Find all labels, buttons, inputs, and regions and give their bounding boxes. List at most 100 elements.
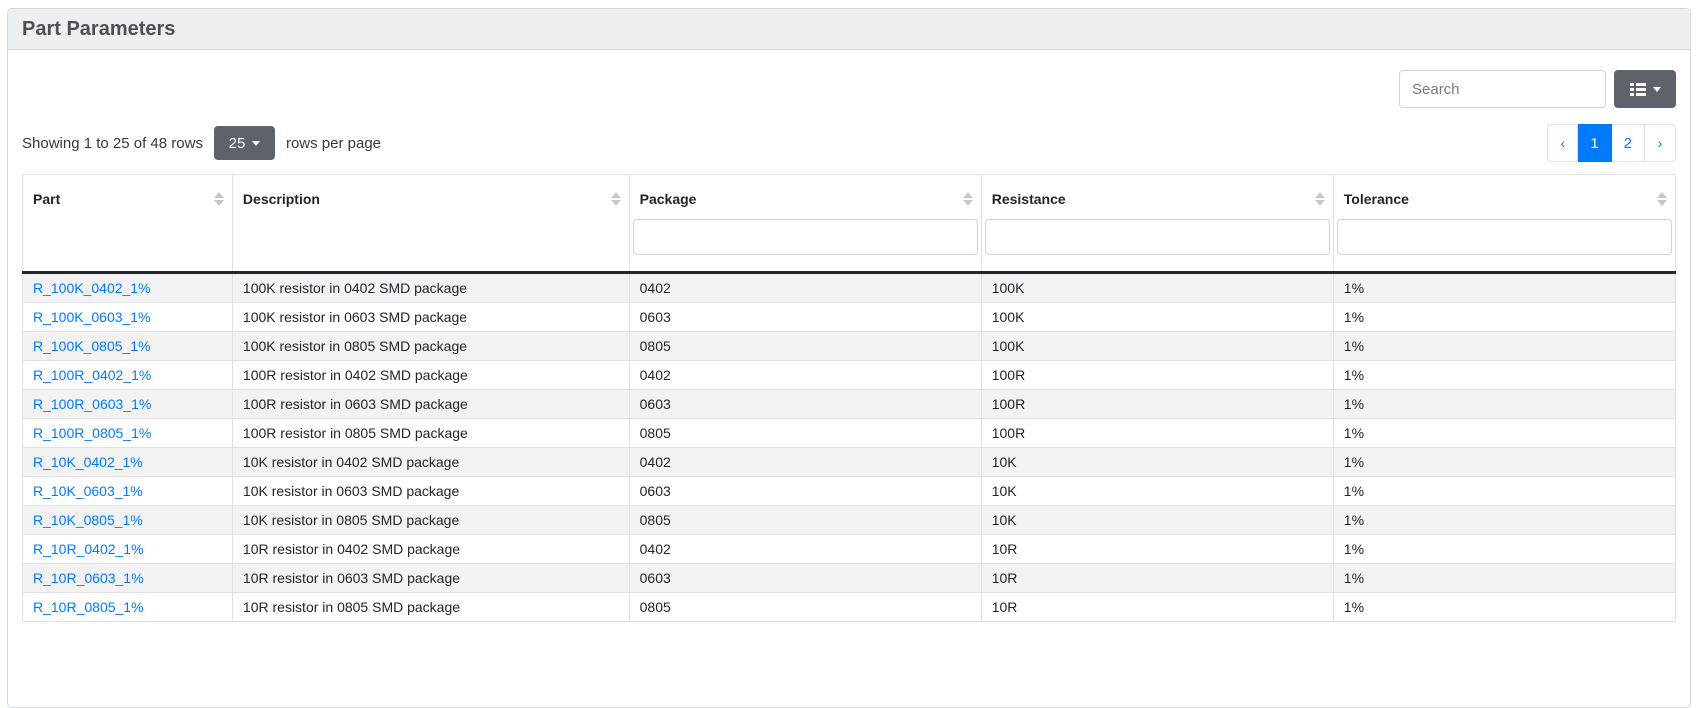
column-label: Description [243, 191, 320, 207]
pagination: ‹ 1 2 › [1547, 124, 1676, 162]
resistance-filter-input[interactable] [985, 219, 1330, 255]
package-cell: 0805 [629, 506, 981, 535]
description-cell: 100R resistor in 0603 SMD package [232, 390, 629, 419]
column-header-tolerance[interactable]: Tolerance [1333, 175, 1675, 273]
table-row: R_10K_0603_1% 10K resistor in 0603 SMD p… [23, 477, 1676, 506]
part-link[interactable]: R_100K_0603_1% [33, 309, 151, 325]
tolerance-cell: 1% [1333, 273, 1675, 303]
resistance-cell: 10R [981, 593, 1333, 622]
parts-table: Part Description Package [22, 174, 1676, 622]
package-cell: 0603 [629, 564, 981, 593]
page-size-button[interactable]: 25 [214, 126, 275, 160]
part-cell: R_10K_0402_1% [23, 448, 233, 477]
tolerance-cell: 1% [1333, 361, 1675, 390]
part-cell: R_10R_0603_1% [23, 564, 233, 593]
card-body: Showing 1 to 25 of 48 rows 25 rows per p… [8, 50, 1690, 636]
table-toolbar [22, 70, 1676, 108]
description-cell: 10R resistor in 0603 SMD package [232, 564, 629, 593]
tolerance-filter-input[interactable] [1337, 219, 1672, 255]
columns-toggle-button[interactable] [1614, 70, 1676, 108]
pagination-prev[interactable]: ‹ [1547, 124, 1578, 162]
chevron-down-icon [252, 141, 260, 146]
package-cell: 0805 [629, 593, 981, 622]
part-link[interactable]: R_10K_0805_1% [33, 512, 143, 528]
table-row: R_10K_0805_1% 10K resistor in 0805 SMD p… [23, 506, 1676, 535]
column-header-description[interactable]: Description [232, 175, 629, 273]
part-cell: R_100K_0603_1% [23, 303, 233, 332]
resistance-cell: 100R [981, 361, 1333, 390]
description-cell: 10K resistor in 0402 SMD package [232, 448, 629, 477]
page-title: Part Parameters [22, 18, 1676, 40]
tolerance-cell: 1% [1333, 419, 1675, 448]
description-cell: 10R resistor in 0402 SMD package [232, 535, 629, 564]
sort-icon [1657, 192, 1667, 206]
tolerance-cell: 1% [1333, 303, 1675, 332]
sort-icon [611, 192, 621, 206]
part-link[interactable]: R_100R_0603_1% [33, 396, 151, 412]
package-cell: 0603 [629, 477, 981, 506]
part-link[interactable]: R_10R_0805_1% [33, 599, 144, 615]
showing-rows-text: Showing 1 to 25 of 48 rows [22, 135, 203, 152]
resistance-cell: 100R [981, 390, 1333, 419]
part-link[interactable]: R_10K_0603_1% [33, 483, 143, 499]
part-cell: R_100R_0603_1% [23, 390, 233, 419]
table-header-row: Part Description Package [23, 175, 1676, 273]
description-cell: 10R resistor in 0805 SMD package [232, 593, 629, 622]
th-list-icon [1630, 83, 1646, 96]
search-input[interactable] [1399, 70, 1606, 108]
table-row: R_100R_0603_1% 100R resistor in 0603 SMD… [23, 390, 1676, 419]
part-link[interactable]: R_100K_0402_1% [33, 280, 151, 296]
part-cell: R_10R_0402_1% [23, 535, 233, 564]
resistance-cell: 10R [981, 535, 1333, 564]
package-cell: 0805 [629, 419, 981, 448]
table-row: R_100R_0402_1% 100R resistor in 0402 SMD… [23, 361, 1676, 390]
column-header-resistance[interactable]: Resistance [981, 175, 1333, 273]
tolerance-cell: 1% [1333, 477, 1675, 506]
description-cell: 100R resistor in 0402 SMD package [232, 361, 629, 390]
tolerance-cell: 1% [1333, 535, 1675, 564]
sort-icon [1315, 192, 1325, 206]
package-cell: 0603 [629, 303, 981, 332]
resistance-cell: 100K [981, 273, 1333, 303]
pagination-toolbar: Showing 1 to 25 of 48 rows 25 rows per p… [22, 124, 1676, 162]
part-cell: R_10K_0805_1% [23, 506, 233, 535]
pagination-next[interactable]: › [1645, 124, 1676, 162]
tolerance-cell: 1% [1333, 448, 1675, 477]
table-row: R_10R_0603_1% 10R resistor in 0603 SMD p… [23, 564, 1676, 593]
package-filter-input[interactable] [633, 219, 978, 255]
pagination-page-2[interactable]: 2 [1612, 124, 1645, 162]
part-link[interactable]: R_100K_0805_1% [33, 338, 151, 354]
sort-icon [963, 192, 973, 206]
showing-group: Showing 1 to 25 of 48 rows 25 rows per p… [22, 126, 381, 160]
column-label: Part [33, 191, 60, 207]
tolerance-cell: 1% [1333, 506, 1675, 535]
table-row: R_10R_0402_1% 10R resistor in 0402 SMD p… [23, 535, 1676, 564]
tolerance-cell: 1% [1333, 564, 1675, 593]
column-header-part[interactable]: Part [23, 175, 233, 273]
package-cell: 0603 [629, 390, 981, 419]
part-cell: R_100K_0805_1% [23, 332, 233, 361]
part-link[interactable]: R_10R_0603_1% [33, 570, 144, 586]
package-cell: 0402 [629, 273, 981, 303]
card-header: Part Parameters [8, 9, 1690, 50]
column-header-package[interactable]: Package [629, 175, 981, 273]
part-cell: R_10R_0805_1% [23, 593, 233, 622]
description-cell: 10K resistor in 0805 SMD package [232, 506, 629, 535]
description-cell: 10K resistor in 0603 SMD package [232, 477, 629, 506]
part-link[interactable]: R_100R_0805_1% [33, 425, 151, 441]
part-cell: R_100R_0402_1% [23, 361, 233, 390]
part-link[interactable]: R_100R_0402_1% [33, 367, 151, 383]
resistance-cell: 100K [981, 303, 1333, 332]
description-cell: 100R resistor in 0805 SMD package [232, 419, 629, 448]
rows-per-page-label: rows per page [286, 135, 381, 152]
package-cell: 0402 [629, 535, 981, 564]
tolerance-cell: 1% [1333, 332, 1675, 361]
part-link[interactable]: R_10R_0402_1% [33, 541, 144, 557]
part-link[interactable]: R_10K_0402_1% [33, 454, 143, 470]
tolerance-cell: 1% [1333, 390, 1675, 419]
package-cell: 0402 [629, 361, 981, 390]
pagination-page-1[interactable]: 1 [1578, 124, 1611, 162]
description-cell: 100K resistor in 0805 SMD package [232, 332, 629, 361]
column-label: Resistance [992, 191, 1066, 207]
table-row: R_100K_0402_1% 100K resistor in 0402 SMD… [23, 273, 1676, 303]
